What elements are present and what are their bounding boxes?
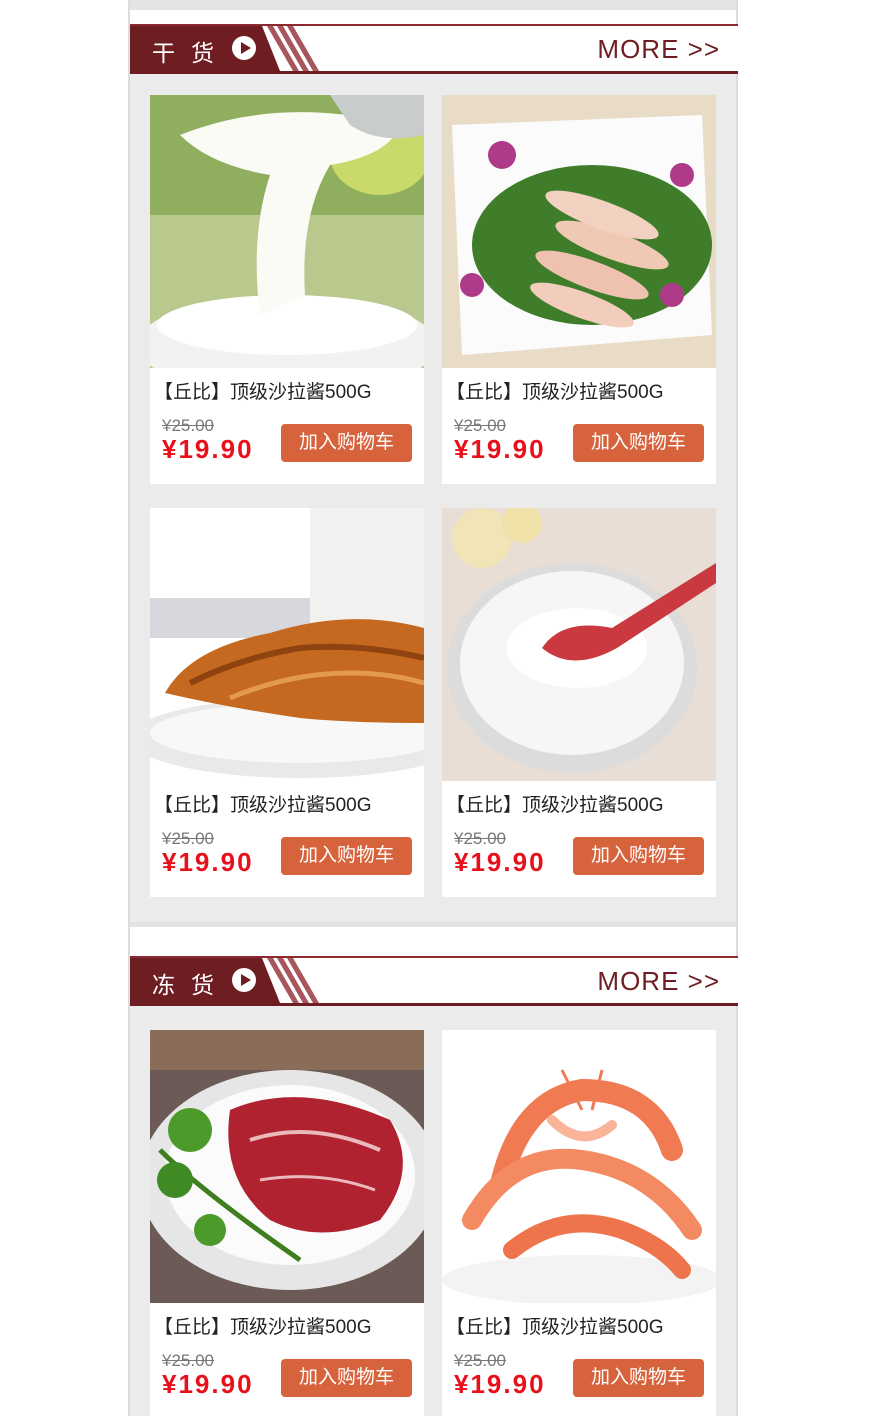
product-image-croissant[interactable] (150, 508, 424, 781)
sale-price: ¥19.90 (454, 847, 546, 877)
original-price: ¥25.00 (162, 1351, 214, 1370)
product-image-shrimp[interactable] (442, 1030, 716, 1303)
add-to-cart-button[interactable]: 加入购物车 (281, 837, 412, 875)
product-name[interactable]: 【丘比】顶级沙拉酱500G (154, 1312, 371, 1339)
product-column: 干货 MORE >> 【丘比】顶级沙拉酱500G ¥25.00 ¥19.90 加… (128, 0, 738, 1419)
section-spacer (130, 10, 736, 24)
product-name[interactable]: 【丘比】顶级沙拉酱500G (154, 790, 371, 817)
top-divider (130, 0, 736, 10)
product-name[interactable]: 【丘比】顶级沙拉酱500G (446, 377, 663, 404)
section-spacer (130, 927, 736, 957)
product-image-steak[interactable] (150, 1030, 424, 1303)
sale-price: ¥19.90 (162, 847, 254, 877)
sale-price: ¥19.90 (162, 1369, 254, 1399)
original-price: ¥25.00 (162, 829, 214, 848)
original-price: ¥25.00 (454, 416, 506, 435)
product-card[interactable]: 【丘比】顶级沙拉酱500G ¥25.00 ¥19.90 加入购物车 (442, 95, 716, 484)
play-circle-icon (232, 36, 256, 60)
sale-price: ¥19.90 (162, 434, 254, 464)
section-tab[interactable]: 干货 (130, 26, 280, 71)
section-header-frozen-goods: 冻货 MORE >> (130, 956, 738, 1006)
product-card[interactable]: 【丘比】顶级沙拉酱500G ¥25.00 ¥19.90 加入购物车 (442, 508, 716, 897)
section-title: 干货 (152, 41, 230, 67)
product-image-mayonnaise[interactable] (150, 95, 424, 368)
section-header-dry-goods: 干货 MORE >> (130, 24, 738, 74)
sale-price: ¥19.90 (454, 434, 546, 464)
product-card[interactable]: 【丘比】顶级沙拉酱500G ¥25.00 ¥19.90 加入购物车 (150, 95, 424, 484)
product-card[interactable]: 【丘比】顶级沙拉酱500G ¥25.00 ¥19.90 加入购物车 (150, 508, 424, 897)
more-link[interactable]: MORE >> (597, 966, 720, 997)
sale-price: ¥19.90 (454, 1369, 546, 1399)
original-price: ¥25.00 (162, 416, 214, 435)
product-name[interactable]: 【丘比】顶级沙拉酱500G (446, 790, 663, 817)
product-name[interactable]: 【丘比】顶级沙拉酱500G (154, 377, 371, 404)
original-price: ¥25.00 (454, 829, 506, 848)
original-price: ¥25.00 (454, 1351, 506, 1370)
product-name[interactable]: 【丘比】顶级沙拉酱500G (446, 1312, 663, 1339)
add-to-cart-button[interactable]: 加入购物车 (281, 424, 412, 462)
product-card[interactable]: 【丘比】顶级沙拉酱500G ¥25.00 ¥19.90 加入购物车 (150, 1030, 424, 1419)
product-image-flour[interactable] (442, 508, 716, 781)
section-title: 冻货 (152, 973, 230, 999)
add-to-cart-button[interactable]: 加入购物车 (281, 1359, 412, 1397)
add-to-cart-button[interactable]: 加入购物车 (573, 837, 704, 875)
add-to-cart-button[interactable]: 加入购物车 (573, 424, 704, 462)
product-card[interactable]: 【丘比】顶级沙拉酱500G ¥25.00 ¥19.90 加入购物车 (442, 1030, 716, 1419)
play-circle-icon (232, 968, 256, 992)
section-tab[interactable]: 冻货 (130, 958, 280, 1003)
more-link[interactable]: MORE >> (597, 34, 720, 65)
add-to-cart-button[interactable]: 加入购物车 (573, 1359, 704, 1397)
product-image-chicken-wings[interactable] (442, 95, 716, 368)
